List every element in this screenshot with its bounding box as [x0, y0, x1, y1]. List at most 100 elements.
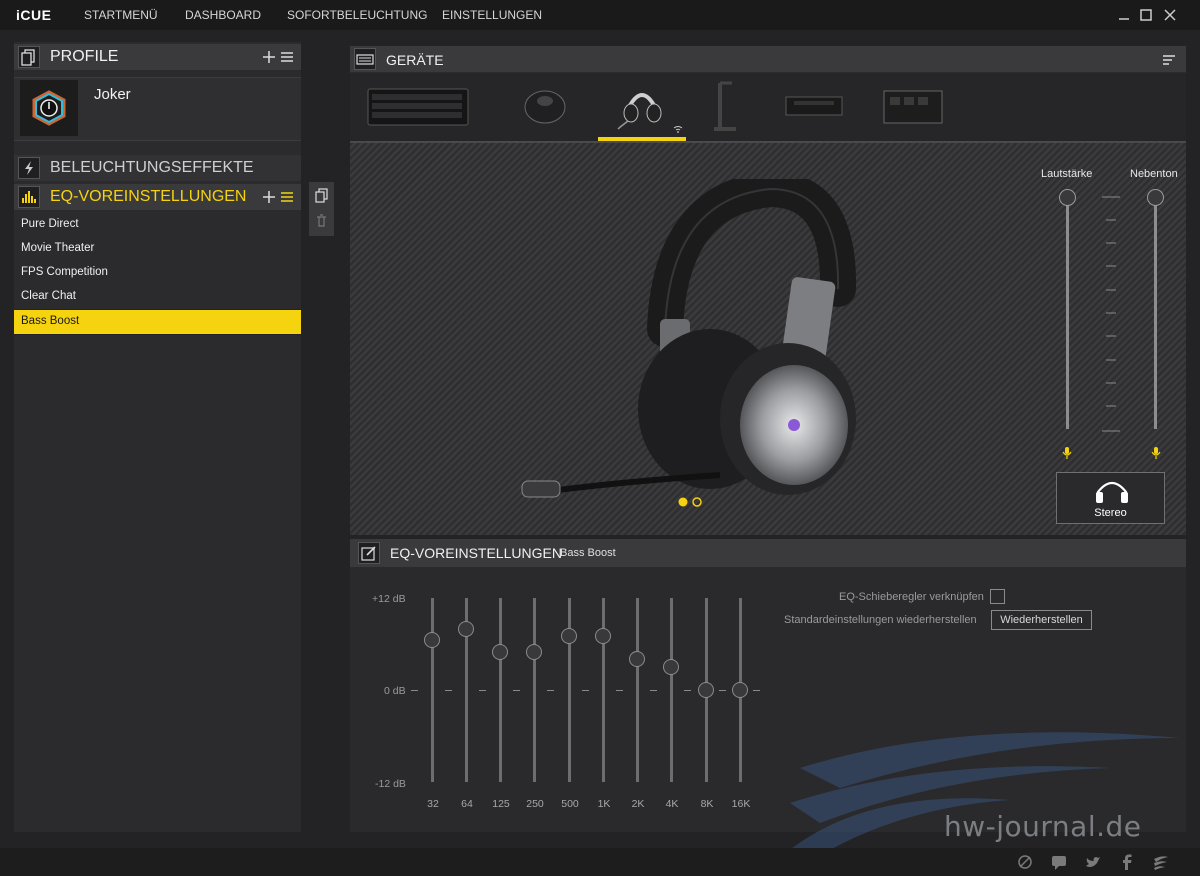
eq-band-tick	[582, 690, 589, 691]
nav-dashboard[interactable]: DASHBOARD	[185, 8, 261, 22]
community-icon[interactable]	[1016, 853, 1034, 871]
eq-band-frequency: 64	[461, 798, 473, 810]
eq-band-frequency: 250	[526, 798, 544, 810]
devices-header: GERÄTE	[350, 46, 1186, 74]
headphones-icon	[1096, 481, 1128, 503]
trash-icon[interactable]	[314, 213, 329, 228]
lighting-effects-header[interactable]: BELEUCHTUNGSEFFEKTE	[14, 155, 301, 183]
sidetone-slider-handle[interactable]	[1147, 189, 1164, 206]
minimize-icon	[1119, 18, 1129, 20]
profiles-header: PROFILE	[14, 44, 301, 72]
eq-preset-label: FPS Competition	[21, 266, 108, 278]
headset-icon[interactable]	[598, 79, 686, 141]
eq-preset-item[interactable]: Movie Theater	[14, 237, 301, 262]
left-panel: PROFILE Joker BELEUCHTUNGSEFFEKTE EQ-VOR…	[14, 42, 301, 832]
eq-preset-label: Movie Theater	[21, 242, 95, 254]
eq-band-frequency: 4K	[665, 798, 679, 810]
nav-startmenu[interactable]: STARTMENÜ	[84, 8, 158, 22]
eq-band-track	[431, 598, 434, 782]
eq-preset-name: Bass Boost	[560, 547, 616, 559]
lightning-icon	[18, 157, 40, 179]
sidetone-label: Nebenton	[1130, 168, 1178, 180]
volume-slider-handle[interactable]	[1059, 189, 1076, 206]
controller-icon[interactable]	[882, 79, 944, 135]
stereo-button[interactable]: Stereo	[1056, 472, 1165, 524]
eq-preset-label: Pure Direct	[21, 218, 79, 230]
profile-item[interactable]: Joker	[14, 77, 301, 141]
corsair-icon[interactable]	[1152, 853, 1170, 871]
copy-icon[interactable]	[314, 188, 329, 203]
twitter-icon[interactable]	[1084, 853, 1102, 871]
eq-presets-title: EQ-VOREINSTELLUNGEN	[50, 188, 247, 205]
facebook-icon[interactable]	[1118, 853, 1136, 871]
nav-instant-lighting[interactable]: SOFORTBELEUCHTUNG	[287, 8, 427, 22]
close-button[interactable]	[1162, 7, 1178, 23]
keyboard-icon[interactable]	[366, 79, 470, 135]
eq-link-checkbox[interactable]	[990, 589, 1005, 604]
add-preset-icon[interactable]	[262, 190, 276, 204]
sidetone-mic-icon	[1151, 447, 1161, 459]
eq-band-tick	[616, 690, 623, 691]
eq-band-tick	[513, 690, 520, 691]
memory-icon[interactable]	[784, 79, 844, 135]
eq-band-tick	[479, 690, 486, 691]
eq-preset-item[interactable]: Clear Chat	[14, 285, 301, 310]
eq-band-handle[interactable]	[698, 682, 714, 698]
add-profile-icon[interactable]	[262, 50, 276, 64]
profiles-menu-icon[interactable]	[280, 50, 294, 64]
eq-band-frequency: 16K	[731, 798, 751, 810]
eq-band-frequency: 500	[561, 798, 579, 810]
sidetone-slider[interactable]	[1146, 189, 1166, 433]
title-bar: iCUE STARTMENÜ DASHBOARD SOFORTBELEUCHTU…	[0, 0, 1200, 30]
eq-preset-item-selected[interactable]: Bass Boost	[14, 310, 301, 335]
edit-icon[interactable]	[358, 542, 380, 564]
eq-header: EQ-VOREINSTELLUNGEN Bass Boost	[350, 539, 1186, 569]
mouse-icon[interactable]	[520, 79, 570, 135]
eq-band-frequency: 2K	[631, 798, 645, 810]
eq-band-handle[interactable]	[492, 643, 508, 660]
volume-slider[interactable]	[1058, 189, 1078, 433]
close-icon	[1164, 9, 1176, 21]
eq-reset-button[interactable]: Wiederherstellen	[991, 610, 1092, 630]
eq-link-label: EQ-Schieberegler verknüpfen	[839, 591, 984, 603]
devices-menu-icon[interactable]	[1162, 53, 1176, 67]
eq-band-track	[636, 598, 639, 782]
eq-band-tick	[445, 690, 452, 691]
profiles-icon	[18, 46, 40, 68]
keyboard-header-icon	[354, 48, 376, 70]
eq-preset-label: Bass Boost	[21, 315, 80, 327]
maximize-icon	[1140, 9, 1152, 21]
eq-band-track	[670, 598, 673, 782]
wireless-icon	[673, 126, 683, 133]
equalizer-icon	[18, 186, 40, 208]
eq-band-handle[interactable]	[458, 620, 474, 637]
headset-stand-icon[interactable]	[710, 79, 740, 135]
presets-menu-icon[interactable]	[280, 190, 294, 204]
eq-band-track	[602, 598, 605, 782]
eq-presets-header: EQ-VOREINSTELLUNGEN	[14, 184, 301, 212]
image-carousel-dots[interactable]	[677, 496, 705, 508]
eq-preset-item[interactable]: Pure Direct	[14, 213, 301, 238]
eq-band-handle[interactable]	[663, 659, 679, 675]
device-view: Lautstärke Nebenton Stereo	[350, 143, 1186, 535]
preset-tools	[309, 182, 334, 236]
nav-settings[interactable]: EINSTELLUNGEN	[442, 8, 542, 22]
eq-band-tick	[650, 690, 657, 691]
maximize-button[interactable]	[1138, 7, 1154, 23]
eq-title: EQ-VOREINSTELLUNGEN	[390, 545, 562, 561]
profile-avatar-icon	[20, 80, 78, 136]
eq-band-handle[interactable]	[732, 682, 748, 698]
eq-band-frequency: 1K	[597, 798, 611, 810]
eq-reset-label: Standardeinstellungen wiederherstellen	[784, 614, 977, 626]
stereo-label: Stereo	[1094, 507, 1127, 519]
eq-band-track	[499, 598, 502, 782]
volume-scale	[1102, 196, 1120, 432]
chat-icon[interactable]	[1050, 853, 1068, 871]
corsair-sails-watermark	[780, 732, 1180, 868]
minimize-button[interactable]	[1116, 7, 1132, 23]
eq-band-handle[interactable]	[526, 643, 542, 660]
eq-preset-item[interactable]: FPS Competition	[14, 261, 301, 286]
volume-label: Lautstärke	[1041, 168, 1093, 180]
eq-db-top-label: +12 dB	[372, 593, 406, 605]
eq-band-tick	[719, 690, 726, 691]
